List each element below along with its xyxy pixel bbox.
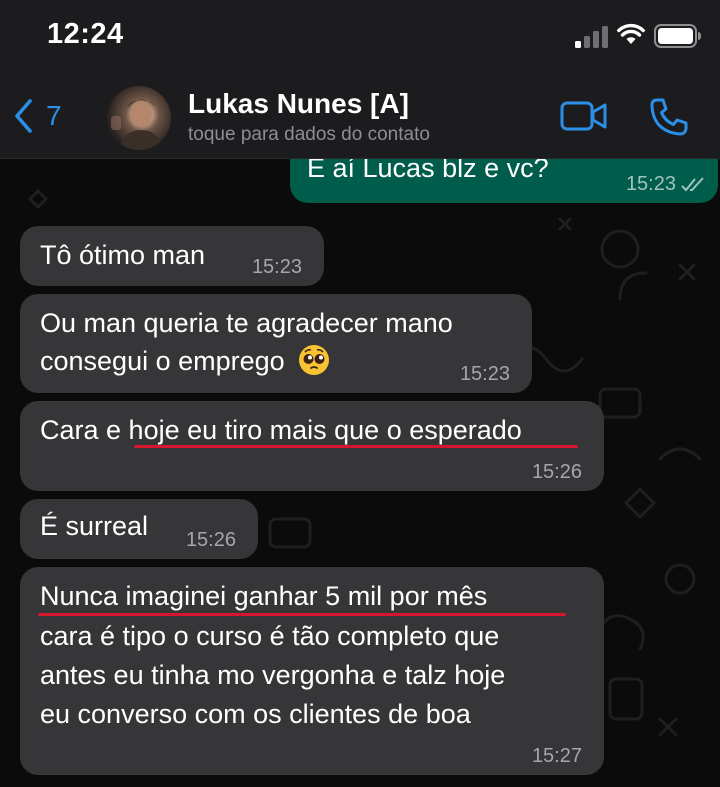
message-incoming[interactable]: Ou man queria te agradecer mano consegui… bbox=[20, 294, 532, 393]
video-call-icon[interactable] bbox=[560, 98, 608, 134]
message-incoming[interactable]: Nunca imaginei ganhar 5 mil por mês cara… bbox=[20, 567, 604, 775]
contact-info-hint[interactable]: toque para dados do contato bbox=[188, 124, 430, 146]
chat-header: 7 Lukas Nunes [A] toque para dados do co… bbox=[0, 78, 720, 159]
unread-count: 7 bbox=[46, 100, 62, 131]
message-text-line: cara é tipo o curso é tão completo que bbox=[40, 621, 500, 651]
message-incoming[interactable]: Tô ótimo man 15:23 bbox=[20, 226, 324, 286]
message-time: 15:23 bbox=[251, 256, 302, 278]
contact-name[interactable]: Lukas Nunes [A] bbox=[188, 88, 409, 120]
message-time: 15:23 bbox=[625, 173, 676, 195]
highlighted-text: hoje eu tiro mais que o esperado bbox=[128, 415, 522, 445]
message-outgoing[interactable]: E aí Lucas blz e vc? 15:23 bbox=[290, 159, 718, 203]
message-text: Cara e bbox=[40, 415, 129, 445]
contact-avatar[interactable] bbox=[107, 86, 171, 150]
message-text: E aí Lucas blz e vc? bbox=[307, 159, 549, 183]
message-text-line: Cara e hoje eu tiro mais que o esperado bbox=[40, 411, 522, 449]
message-time: 15:23 bbox=[459, 363, 510, 385]
message-text-line: antes eu tinha mo vergonha e talz hoje bbox=[40, 660, 506, 690]
read-receipt-icon bbox=[681, 177, 704, 192]
wifi-icon bbox=[617, 23, 645, 44]
phone-call-icon[interactable] bbox=[648, 96, 690, 138]
message-incoming[interactable]: É surreal 15:26 bbox=[20, 499, 258, 559]
message-time: 15:26 bbox=[531, 461, 582, 483]
status-time: 12:24 bbox=[47, 18, 124, 50]
message-text: É surreal bbox=[40, 511, 149, 541]
message-text: Tô ótimo man bbox=[40, 240, 206, 270]
message-incoming[interactable]: Cara e hoje eu tiro mais que o esperado … bbox=[20, 401, 604, 491]
status-bar: 12:24 bbox=[0, 0, 720, 78]
message-text: consegui o emprego bbox=[40, 346, 285, 376]
pleading-face-emoji bbox=[299, 345, 330, 375]
message-time: 15:27 bbox=[531, 745, 582, 767]
cellular-signal-icon bbox=[575, 26, 608, 48]
battery-icon bbox=[654, 24, 701, 48]
message-text-line: consegui o emprego bbox=[40, 342, 330, 380]
avatar-photo-icon bbox=[111, 99, 163, 150]
back-button[interactable]: 7 bbox=[12, 96, 62, 136]
message-text-line: eu converso com os clientes de boa bbox=[40, 699, 471, 729]
message-time: 15:26 bbox=[185, 529, 236, 551]
red-underline-annotation bbox=[38, 613, 566, 616]
highlighted-text: Nunca imaginei ganhar 5 mil por mês bbox=[40, 581, 488, 611]
red-underline-annotation bbox=[134, 445, 578, 448]
chevron-left-icon bbox=[15, 99, 32, 133]
message-text-line: Ou man queria te agradecer mano bbox=[40, 308, 453, 338]
chat-area[interactable]: E aí Lucas blz e vc? 15:23 Tô ótimo man … bbox=[0, 159, 720, 787]
